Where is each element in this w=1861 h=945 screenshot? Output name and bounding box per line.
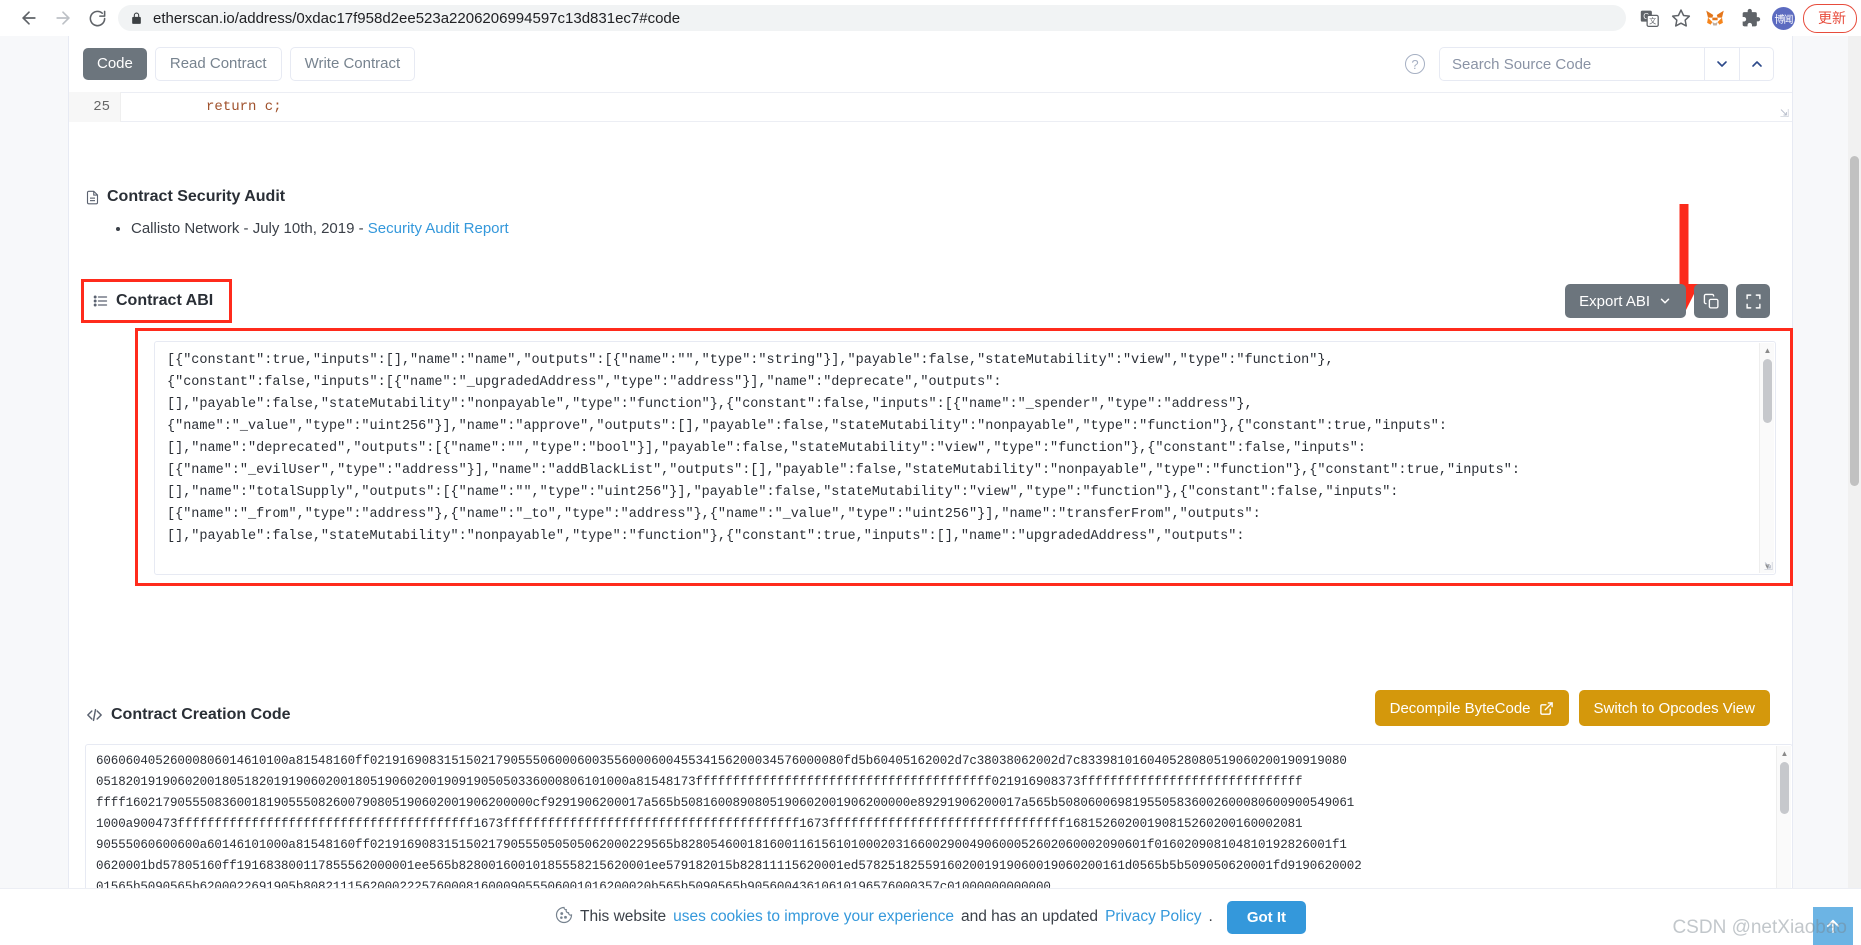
cookie-policy-link[interactable]: uses cookies to improve your experience bbox=[673, 908, 954, 926]
source-code-viewer[interactable]: 25 return c; ⇲ bbox=[69, 92, 1792, 122]
resize-handle-icon[interactable]: ⇲ bbox=[1780, 107, 1789, 120]
search-next-button[interactable] bbox=[1704, 47, 1739, 81]
lock-icon bbox=[130, 11, 143, 26]
contract-card: Code Read Contract Write Contract ? Sear… bbox=[68, 36, 1793, 945]
search-prev-button[interactable] bbox=[1739, 47, 1774, 81]
tab-write-contract[interactable]: Write Contract bbox=[289, 47, 416, 81]
security-audit-report-link[interactable]: Security Audit Report bbox=[368, 220, 509, 237]
external-link-icon bbox=[1539, 701, 1553, 715]
contract-abi-textarea[interactable]: [{"constant":true,"inputs":[],"name":"na… bbox=[154, 341, 1776, 575]
back-button[interactable] bbox=[12, 1, 46, 35]
watermark: CSDN @netXiaobao bbox=[1672, 917, 1847, 938]
tab-read-contract[interactable]: Read Contract bbox=[154, 47, 282, 81]
cookie-prefix: This website bbox=[579, 908, 667, 925]
expand-abi-button[interactable] bbox=[1736, 284, 1770, 318]
address-bar[interactable]: etherscan.io/address/0xdac17f958d2ee523a… bbox=[118, 5, 1626, 31]
cookie-consent-text: This website uses cookies to improve you… bbox=[555, 906, 1213, 929]
decompile-bytecode-button[interactable]: Decompile ByteCode bbox=[1374, 690, 1569, 726]
scrollbar-thumb[interactable] bbox=[1850, 156, 1859, 486]
list-icon bbox=[92, 293, 109, 309]
contract-abi-heading: Contract ABI bbox=[92, 292, 213, 310]
resize-handle-icon[interactable]: ⇲ bbox=[1764, 560, 1773, 573]
puzzle-icon[interactable] bbox=[1736, 5, 1766, 31]
scrollbar-thumb[interactable] bbox=[1780, 762, 1789, 814]
code-brackets-icon bbox=[85, 707, 104, 723]
copy-icon bbox=[1703, 293, 1719, 309]
audit-entry-text: Callisto Network - July 10th, 2019 - bbox=[131, 220, 368, 237]
creation-code-actions: Decompile ByteCode Switch to Opcodes Vie… bbox=[1374, 690, 1770, 726]
code-line-number: 25 bbox=[69, 92, 121, 122]
cookie-middle: and has an updated bbox=[961, 908, 1099, 925]
forward-button[interactable] bbox=[46, 1, 80, 35]
reload-icon bbox=[89, 10, 105, 26]
contract-creation-code-heading: Contract Creation Code bbox=[85, 706, 291, 724]
switch-to-opcodes-view-button[interactable]: Switch to Opcodes View bbox=[1578, 690, 1770, 726]
metamask-fox-icon[interactable] bbox=[1700, 5, 1730, 31]
contract-creation-code-title: Contract Creation Code bbox=[111, 706, 291, 723]
chevron-up-icon bbox=[1751, 61, 1762, 67]
search-source-code-group: Search Source Code bbox=[1439, 47, 1774, 81]
update-button[interactable]: 更新 bbox=[1803, 3, 1857, 33]
list-item: Callisto Network - July 10th, 2019 - Sec… bbox=[131, 218, 509, 241]
question-mark-icon[interactable]: ? bbox=[1405, 54, 1425, 74]
scroll-up-icon[interactable]: ▲ bbox=[1760, 343, 1775, 357]
decompile-bytecode-label: Decompile ByteCode bbox=[1389, 699, 1531, 717]
chevron-down-icon bbox=[1717, 61, 1727, 67]
contract-security-audit-heading: Contract Security Audit bbox=[85, 188, 509, 206]
scrollbar-thumb[interactable] bbox=[1763, 359, 1772, 423]
copy-abi-button[interactable] bbox=[1694, 284, 1728, 318]
contract-abi-actions: Export ABI bbox=[1565, 284, 1770, 318]
search-input[interactable]: Search Source Code bbox=[1439, 47, 1704, 81]
abi-scrollbar[interactable]: ▲ ▼ bbox=[1759, 343, 1774, 573]
browser-extensions-area: 博闻 更新 bbox=[1696, 3, 1857, 33]
svg-text:文: 文 bbox=[1649, 16, 1656, 25]
export-abi-label: Export ABI bbox=[1579, 292, 1650, 310]
contract-abi-highlight-box: [{"constant":true,"inputs":[],"name":"na… bbox=[135, 328, 1793, 586]
browser-toolbar: etherscan.io/address/0xdac17f958d2ee523a… bbox=[0, 0, 1861, 36]
chevron-down-icon bbox=[1660, 298, 1670, 304]
contract-security-audit-section: Contract Security Audit Callisto Network… bbox=[85, 188, 509, 241]
contract-abi-content: [{"constant":true,"inputs":[],"name":"na… bbox=[167, 353, 1520, 544]
back-arrow-icon bbox=[22, 11, 36, 25]
avatar[interactable]: 博闻 bbox=[1772, 6, 1795, 30]
fullscreen-icon bbox=[1745, 293, 1761, 309]
url-text: etherscan.io/address/0xdac17f958d2ee523a… bbox=[153, 9, 681, 27]
tab-code[interactable]: Code bbox=[83, 48, 147, 80]
document-icon bbox=[85, 189, 100, 206]
page-body: Code Read Contract Write Contract ? Sear… bbox=[0, 36, 1861, 945]
cookie-icon bbox=[555, 906, 573, 929]
contract-security-audit-title: Contract Security Audit bbox=[107, 188, 286, 205]
omnibox-actions: G 文 bbox=[1634, 5, 1696, 31]
forward-arrow-icon bbox=[56, 11, 70, 25]
got-it-button[interactable]: Got It bbox=[1226, 900, 1306, 934]
contract-abi-heading-highlight: Contract ABI bbox=[81, 279, 233, 323]
page-scrollbar[interactable] bbox=[1848, 36, 1861, 945]
cookie-suffix: . bbox=[1208, 908, 1213, 925]
cookie-consent-banner: This website uses cookies to improve you… bbox=[0, 888, 1861, 945]
audit-list: Callisto Network - July 10th, 2019 - Sec… bbox=[85, 218, 509, 241]
translate-icon[interactable]: G 文 bbox=[1634, 5, 1664, 31]
code-line-text: return c; bbox=[206, 99, 282, 115]
reload-button[interactable] bbox=[80, 1, 114, 35]
export-abi-button[interactable]: Export ABI bbox=[1565, 284, 1686, 318]
privacy-policy-link[interactable]: Privacy Policy bbox=[1105, 908, 1201, 926]
contract-abi-title: Contract ABI bbox=[116, 292, 214, 309]
star-icon[interactable] bbox=[1666, 5, 1696, 31]
scroll-up-icon[interactable]: ▲ bbox=[1777, 746, 1792, 760]
contract-tabs-row: Code Read Contract Write Contract ? Sear… bbox=[69, 36, 1792, 92]
